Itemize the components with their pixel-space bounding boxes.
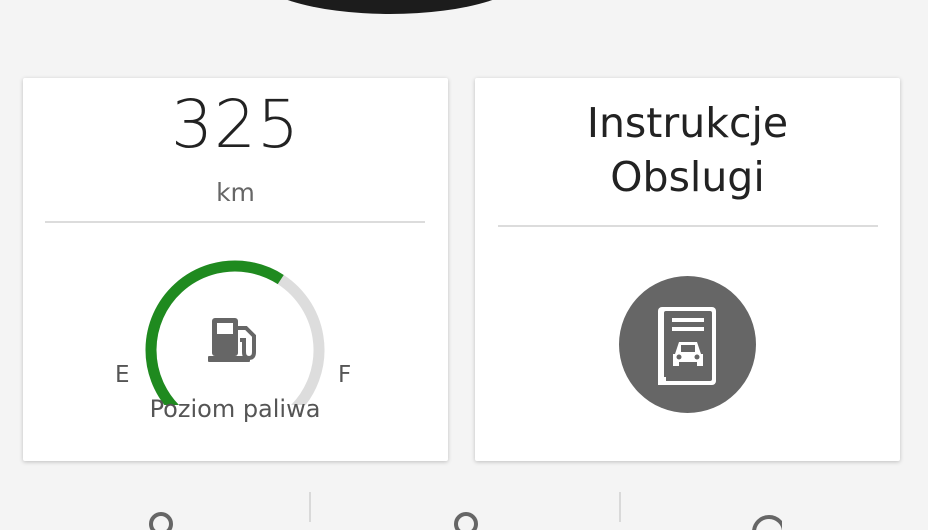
car-image [250, 0, 530, 14]
bottom-nav-separator [619, 492, 621, 522]
manual-title: Instrukcje Obslugi [475, 96, 900, 204]
fuel-level-label: Poziom paliwa [149, 395, 321, 423]
range-unit: km [216, 178, 255, 207]
manual-divider [498, 225, 878, 227]
fuel-full-label: F [338, 362, 352, 388]
circle-icon[interactable] [752, 510, 782, 530]
location-pin-icon[interactable] [146, 510, 176, 530]
location-pin-icon[interactable] [451, 510, 481, 530]
manual-title-line2: Obslugi [610, 153, 765, 201]
range-value: 325 [171, 86, 300, 163]
fuel-empty-label: E [115, 362, 130, 388]
car-manual-book-icon [658, 307, 716, 385]
fuel-pump-icon [208, 318, 256, 362]
manual-button[interactable] [619, 276, 756, 413]
fuel-gauge [145, 260, 325, 405]
bottom-nav-separator [309, 492, 311, 522]
range-divider [45, 221, 425, 223]
manual-title-line1: Instrukcje [586, 99, 789, 147]
